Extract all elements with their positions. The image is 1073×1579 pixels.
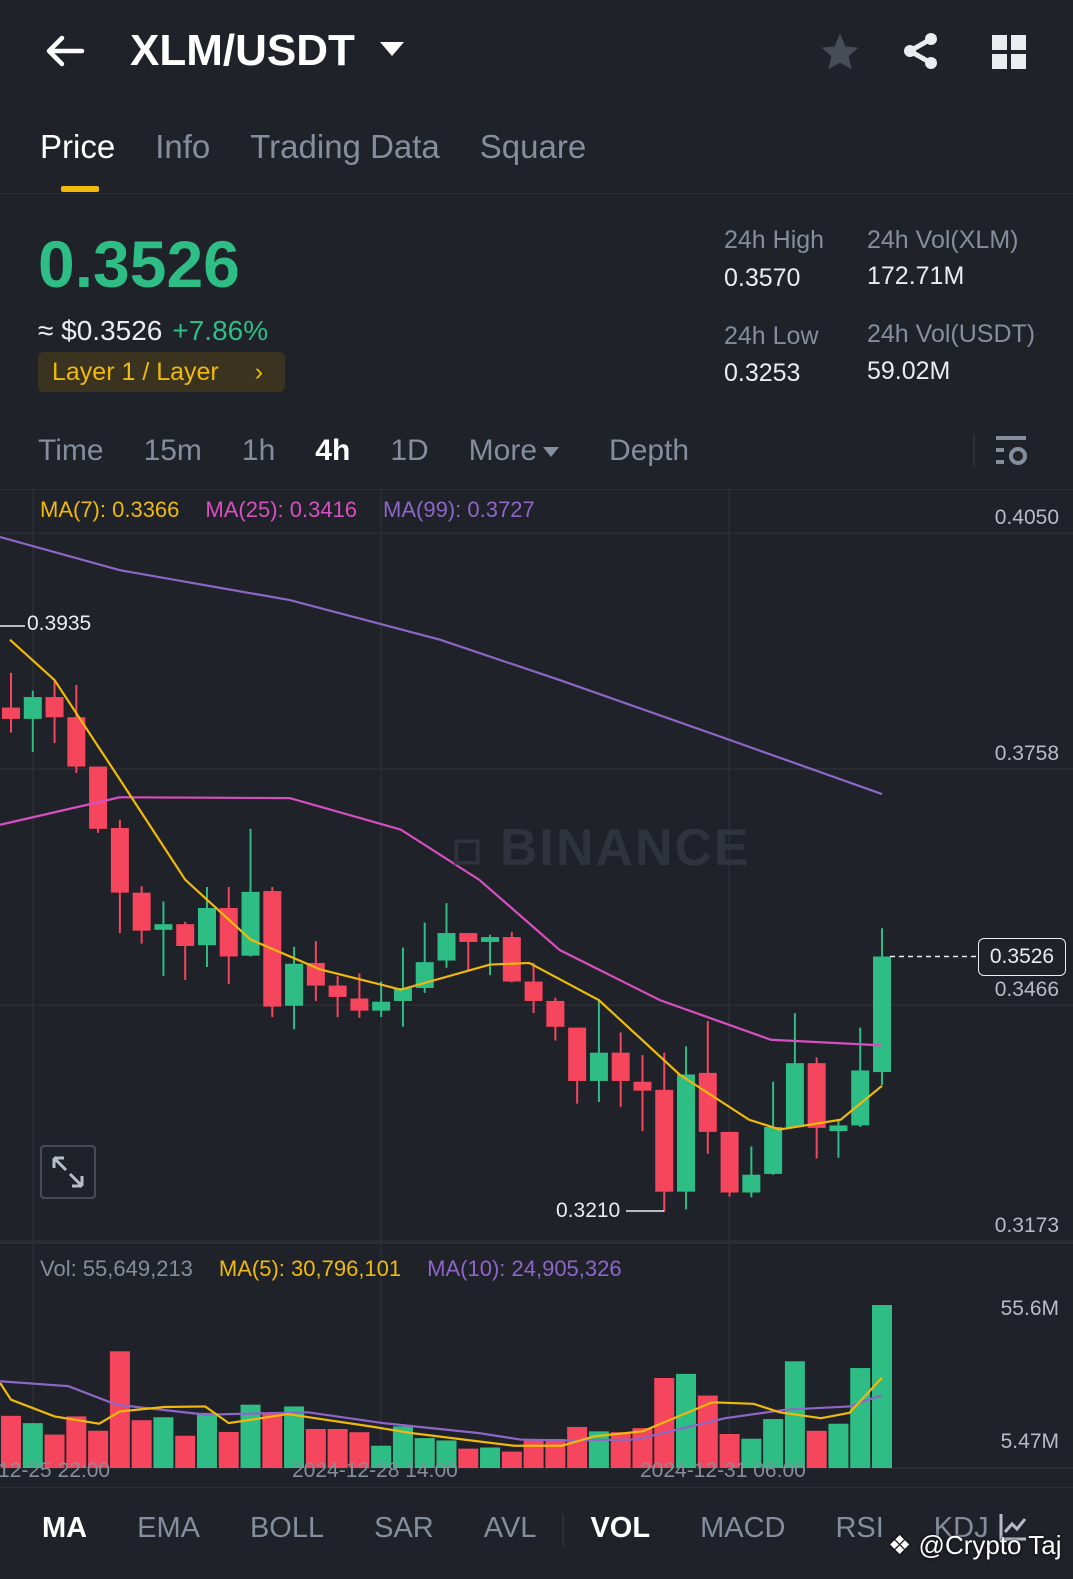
- ma7-line: [9, 638, 883, 1131]
- candle-body: [154, 924, 173, 930]
- ma99-line: [0, 535, 883, 796]
- time-tick: 2024-12-31 06:00: [640, 1459, 806, 1482]
- volume-bar: [153, 1417, 174, 1468]
- ma7-legend: MA(7): 0.3366: [40, 497, 180, 522]
- volume-bar: [480, 1447, 501, 1468]
- volume-tick: 5.47M: [1000, 1430, 1059, 1453]
- volume-bar: [545, 1438, 566, 1468]
- high-marker-label: 0.3935: [27, 612, 92, 635]
- candle-body: [197, 908, 216, 946]
- candle-body: [110, 827, 129, 893]
- indicator-ema[interactable]: EMA: [137, 1512, 200, 1546]
- time-tick: 2024-12-28 14:00: [292, 1459, 458, 1482]
- candle-body: [176, 924, 195, 946]
- fullscreen-button[interactable]: [40, 1145, 96, 1199]
- volume-bar: [262, 1412, 283, 1468]
- indicator-rsi[interactable]: RSI: [835, 1512, 883, 1546]
- indicator-macd[interactable]: MACD: [700, 1512, 785, 1546]
- candle-body: [285, 963, 304, 1006]
- volume-bar: [196, 1412, 217, 1468]
- volume-bar: [850, 1368, 871, 1468]
- divider: [0, 1487, 1073, 1488]
- binance-logo-icon: ❖: [888, 1530, 912, 1560]
- volume-bar: [458, 1448, 479, 1468]
- candle-body: [306, 962, 325, 986]
- candle-body: [350, 998, 369, 1011]
- volume-bar: [567, 1426, 588, 1468]
- volume-bar: [501, 1451, 522, 1468]
- volume-bar: [523, 1439, 544, 1468]
- candle-body: [23, 697, 42, 719]
- binance-watermark: ◇BINANCE: [439, 819, 751, 881]
- price-tick: 0.4050: [994, 506, 1059, 529]
- volume-value: Vol: 55,649,213: [40, 1256, 193, 1281]
- candle-body: [698, 1072, 717, 1132]
- candle-body: [2, 707, 20, 719]
- candle-body: [328, 985, 347, 997]
- candle-body: [502, 937, 521, 982]
- volume-ma5: MA(5): 30,796,101: [218, 1256, 402, 1281]
- candle-body: [89, 766, 108, 829]
- candle-body: [459, 933, 478, 942]
- candle-body: [241, 891, 260, 956]
- volume-bar: [610, 1432, 631, 1468]
- indicator-sar[interactable]: SAR: [374, 1512, 434, 1546]
- candle-body: [45, 697, 64, 718]
- ma25-legend: MA(25): 0.3416: [205, 497, 358, 522]
- indicator-ma[interactable]: MA: [42, 1512, 87, 1546]
- candle-body: [677, 1074, 696, 1192]
- candle-body: [720, 1131, 739, 1193]
- indicator-avl[interactable]: AVL: [484, 1512, 537, 1546]
- candle-body: [372, 1001, 391, 1011]
- volume-bar: [175, 1435, 196, 1468]
- candle-body: [633, 1081, 652, 1091]
- ma99-legend: MA(99): 0.3727: [383, 497, 535, 522]
- volume-tick: 55.6M: [1000, 1297, 1059, 1320]
- candle-body: [546, 1000, 565, 1027]
- expand-icon: [52, 1156, 84, 1188]
- divider: [562, 1514, 565, 1546]
- candle-body: [829, 1125, 848, 1132]
- candle-body: [764, 1127, 783, 1174]
- price-tick: 0.3466: [994, 978, 1059, 1001]
- volume-ma10: MA(10): 24,905,326: [427, 1256, 622, 1281]
- volume-bar: [806, 1430, 827, 1468]
- candle-body: [437, 933, 456, 961]
- candle-body: [568, 1027, 587, 1081]
- candle-body: [524, 981, 543, 1001]
- low-marker-label: 0.3210: [556, 1199, 621, 1222]
- volume-bar: [676, 1373, 697, 1468]
- volume-bar: [218, 1431, 239, 1468]
- candle-body: [742, 1174, 761, 1193]
- candle-body: [655, 1089, 674, 1192]
- volume-bar: [131, 1420, 152, 1468]
- indicator-boll[interactable]: BOLL: [250, 1512, 324, 1546]
- price-tick: 0.3173: [994, 1214, 1059, 1237]
- candle-body: [589, 1052, 608, 1081]
- candle-body: [611, 1052, 630, 1081]
- price-tick: 0.3758: [994, 742, 1059, 765]
- volume-legend: Vol: 55,649,213 MA(5): 30,796,101 MA(10)…: [40, 1256, 622, 1282]
- last-price-tag[interactable]: 0.3526: [978, 938, 1066, 976]
- time-tick: 12-25 22:00: [0, 1459, 111, 1482]
- candle-body: [873, 956, 891, 1073]
- candle-body: [785, 1063, 804, 1128]
- indicator-vol[interactable]: VOL: [590, 1512, 650, 1546]
- candle-body: [807, 1063, 826, 1128]
- ma-legend: MA(7): 0.3366 MA(25): 0.3416 MA(99): 0.3…: [40, 497, 535, 523]
- credit-watermark: ❖ @Crypto Taj: [888, 1530, 1062, 1560]
- volume-bar: [828, 1423, 849, 1468]
- candle-body: [132, 892, 151, 931]
- candle-body: [481, 937, 500, 942]
